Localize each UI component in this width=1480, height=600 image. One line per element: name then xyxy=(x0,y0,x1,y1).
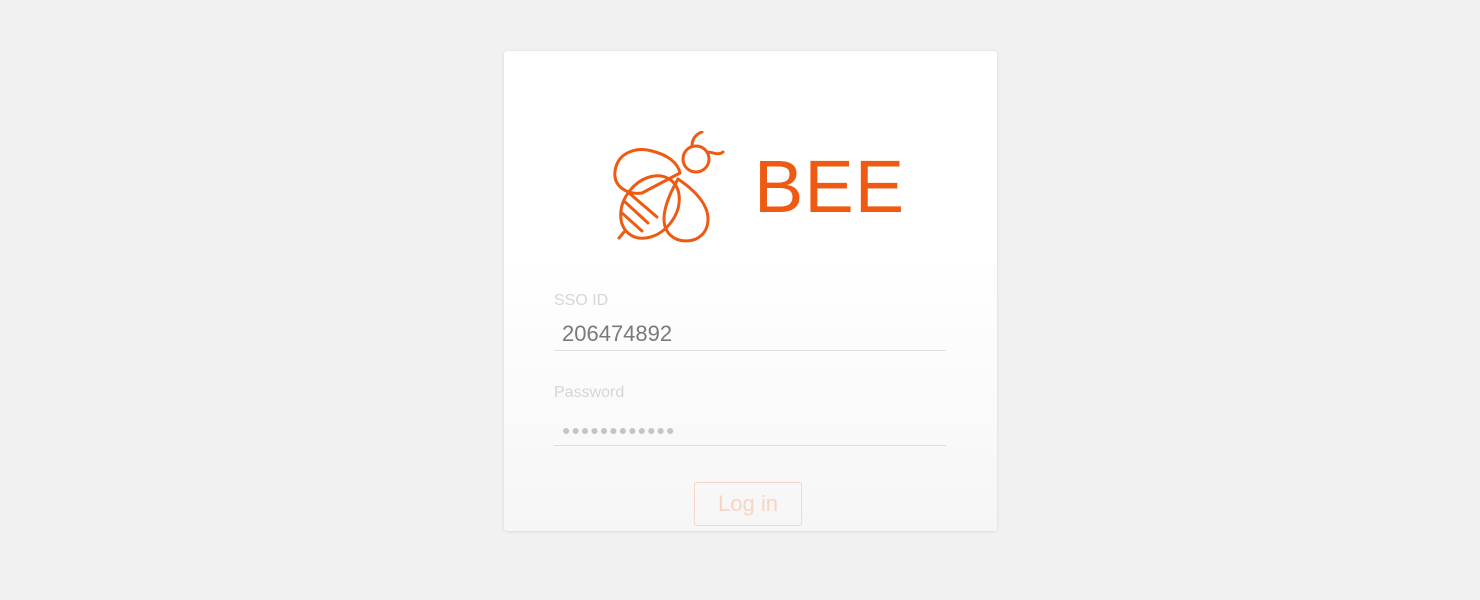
brand-logo: BEE xyxy=(612,131,905,243)
login-card: BEE SSO ID Password Log in xyxy=(504,51,997,531)
sso-label: SSO ID xyxy=(554,292,609,309)
password-field: Password xyxy=(554,385,946,446)
login-button[interactable]: Log in xyxy=(694,482,802,526)
sso-input[interactable] xyxy=(554,317,946,351)
brand-name: BEE xyxy=(754,145,906,228)
password-input[interactable] xyxy=(554,415,946,446)
password-label: Password xyxy=(554,384,625,401)
bee-icon xyxy=(613,131,725,243)
sso-field: SSO ID xyxy=(554,293,946,351)
login-page: BEE SSO ID Password Log in xyxy=(0,0,1480,600)
